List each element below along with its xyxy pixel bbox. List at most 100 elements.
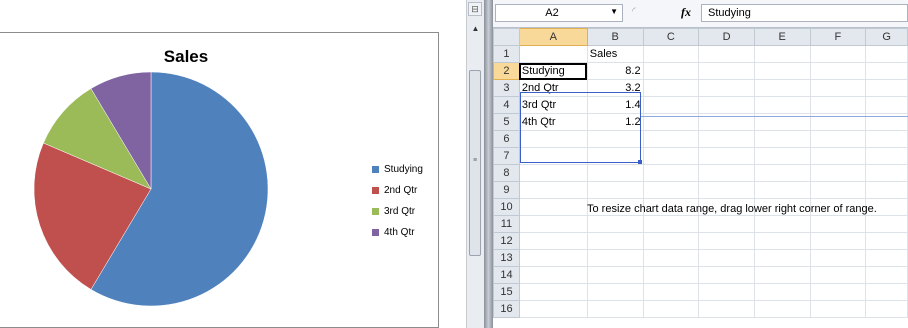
cell-b4[interactable]: 1.4 bbox=[586, 96, 644, 114]
formula-input[interactable]: Studying bbox=[701, 4, 908, 22]
row-header[interactable]: 10 bbox=[493, 198, 520, 216]
column-header-d[interactable]: D bbox=[698, 28, 755, 46]
cell[interactable] bbox=[642, 181, 700, 199]
cell[interactable] bbox=[518, 266, 588, 284]
cell[interactable] bbox=[642, 96, 700, 114]
row-header[interactable]: 16 bbox=[493, 300, 520, 318]
cell[interactable] bbox=[865, 62, 908, 80]
cell[interactable] bbox=[518, 198, 588, 216]
cell[interactable] bbox=[698, 300, 755, 318]
window-split-bar[interactable] bbox=[484, 0, 493, 328]
row-header[interactable]: 3 bbox=[493, 79, 520, 97]
cell[interactable] bbox=[809, 96, 867, 114]
cell[interactable] bbox=[518, 130, 588, 148]
cell-b5[interactable]: 1.2 bbox=[586, 113, 644, 131]
row-header[interactable]: 8 bbox=[493, 164, 520, 182]
chart-area[interactable]: Sales Studying 2nd Qtr 3rd Qtr 4th Qtr bbox=[0, 32, 439, 328]
column-header-e[interactable]: E bbox=[753, 28, 811, 46]
row-header[interactable]: 7 bbox=[493, 147, 520, 165]
row-header[interactable]: 12 bbox=[493, 232, 520, 250]
cell[interactable] bbox=[865, 130, 908, 148]
row-header[interactable]: 1 bbox=[493, 45, 520, 63]
cell[interactable] bbox=[753, 147, 811, 165]
cell[interactable] bbox=[698, 164, 755, 182]
cell[interactable] bbox=[753, 45, 811, 63]
cell[interactable] bbox=[698, 215, 755, 233]
cell[interactable] bbox=[809, 45, 867, 63]
cell-a5[interactable]: 4th Qtr bbox=[518, 113, 588, 131]
cell[interactable] bbox=[586, 232, 644, 250]
cell[interactable] bbox=[586, 283, 644, 301]
cell[interactable] bbox=[698, 62, 755, 80]
cell[interactable] bbox=[642, 164, 700, 182]
name-box[interactable]: A2 ▼ bbox=[495, 4, 623, 22]
legend-item[interactable]: Studying bbox=[372, 159, 423, 180]
function-icon[interactable]: fx bbox=[681, 5, 691, 20]
cell[interactable] bbox=[642, 249, 700, 267]
cell[interactable] bbox=[809, 249, 867, 267]
cell[interactable] bbox=[642, 266, 700, 284]
cell[interactable] bbox=[698, 232, 755, 250]
cell[interactable] bbox=[809, 266, 867, 284]
cell[interactable] bbox=[753, 283, 811, 301]
column-header-c[interactable]: C bbox=[642, 28, 700, 46]
cell[interactable] bbox=[753, 181, 811, 199]
cell[interactable] bbox=[753, 62, 811, 80]
scroll-up-arrow-icon[interactable]: ▲ bbox=[469, 24, 482, 36]
row-header[interactable]: 9 bbox=[493, 181, 520, 199]
cell[interactable] bbox=[698, 79, 755, 97]
cell-a3[interactable]: 2nd Qtr bbox=[518, 79, 588, 97]
cell[interactable] bbox=[586, 266, 644, 284]
cell[interactable] bbox=[586, 130, 644, 148]
cell[interactable] bbox=[865, 232, 908, 250]
cell[interactable] bbox=[809, 181, 867, 199]
cell[interactable] bbox=[865, 96, 908, 114]
cell[interactable] bbox=[518, 147, 588, 165]
cell[interactable] bbox=[809, 79, 867, 97]
cell[interactable] bbox=[809, 62, 867, 80]
cell[interactable] bbox=[865, 79, 908, 97]
cell[interactable] bbox=[753, 130, 811, 148]
cell[interactable] bbox=[586, 215, 644, 233]
split-icon[interactable]: ⊟ bbox=[468, 2, 482, 16]
cell[interactable] bbox=[865, 283, 908, 301]
row-header[interactable]: 2 bbox=[493, 62, 520, 80]
cell-a1[interactable] bbox=[518, 45, 588, 63]
column-header-b[interactable]: B bbox=[586, 28, 644, 46]
cell[interactable] bbox=[698, 266, 755, 284]
cell[interactable] bbox=[518, 164, 588, 182]
row-header[interactable]: 4 bbox=[493, 96, 520, 114]
cell[interactable] bbox=[518, 215, 588, 233]
cell[interactable] bbox=[518, 283, 588, 301]
cell[interactable] bbox=[642, 147, 700, 165]
cell[interactable] bbox=[586, 300, 644, 318]
cell[interactable] bbox=[865, 215, 908, 233]
cell[interactable] bbox=[518, 300, 588, 318]
cell[interactable] bbox=[518, 249, 588, 267]
cell[interactable] bbox=[753, 249, 811, 267]
cell[interactable] bbox=[586, 181, 644, 199]
cell[interactable] bbox=[518, 181, 588, 199]
chart-vertical-scrollbar[interactable]: ⊟ ▲ ≡ bbox=[466, 0, 484, 328]
cell[interactable] bbox=[865, 300, 908, 318]
cell-a4[interactable]: 3rd Qtr bbox=[518, 96, 588, 114]
column-header-f[interactable]: F bbox=[809, 28, 867, 46]
cell[interactable] bbox=[865, 45, 908, 63]
cell[interactable] bbox=[753, 232, 811, 250]
range-resize-handle[interactable] bbox=[638, 160, 642, 164]
cell[interactable] bbox=[586, 249, 644, 267]
cell[interactable] bbox=[865, 249, 908, 267]
row-header[interactable]: 13 bbox=[493, 249, 520, 267]
row-header[interactable]: 11 bbox=[493, 215, 520, 233]
cell[interactable] bbox=[586, 147, 644, 165]
cell[interactable] bbox=[753, 96, 811, 114]
cell[interactable] bbox=[809, 130, 867, 148]
cell[interactable] bbox=[865, 147, 908, 165]
cell[interactable] bbox=[642, 45, 700, 63]
cell[interactable] bbox=[809, 215, 867, 233]
cell[interactable] bbox=[698, 147, 755, 165]
cell-b3[interactable]: 3.2 bbox=[586, 79, 644, 97]
cell[interactable] bbox=[753, 266, 811, 284]
row-header[interactable]: 15 bbox=[493, 283, 520, 301]
dropdown-arrow-icon[interactable]: ▼ bbox=[610, 7, 618, 16]
